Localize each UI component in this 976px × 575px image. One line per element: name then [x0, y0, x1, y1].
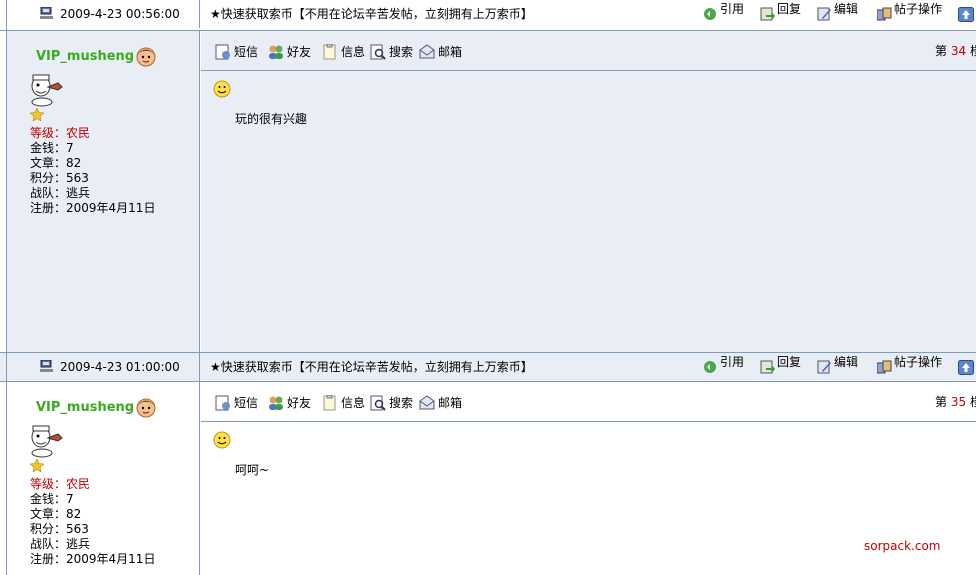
username[interactable]: VIP_musheng	[36, 400, 134, 415]
info-label: 信息	[341, 396, 366, 410]
friends-icon	[269, 396, 283, 410]
smiley-icon	[213, 80, 231, 98]
edit-icon	[817, 7, 831, 21]
message-area: 呵呵~	[201, 422, 976, 575]
user-articles: 文章：82	[30, 507, 82, 521]
quote-label: 引用	[720, 2, 745, 16]
computer-icon	[40, 7, 53, 19]
manage-icon	[877, 360, 892, 374]
mail-icon	[419, 44, 435, 59]
sms-icon	[215, 44, 230, 60]
friends-icon	[269, 45, 283, 59]
floor-prefix: 第	[935, 44, 948, 58]
manage-icon	[877, 7, 892, 21]
friend-label: 好友	[287, 396, 312, 410]
user-team: 战队：逃兵	[30, 537, 91, 551]
quote-icon	[704, 361, 716, 373]
user-money: 金钱：7	[30, 141, 74, 155]
sms-label: 短信	[234, 396, 259, 410]
post-time-cell: 2009-4-23 01:00:00	[6, 353, 200, 381]
star-icon	[30, 459, 44, 472]
post-body: 短信 好友 信息 搜索 邮箱 第 35 楼 呵呵~	[201, 382, 976, 575]
post-message: 呵呵~	[235, 463, 270, 477]
username[interactable]: VIP_musheng	[36, 49, 134, 64]
floor-number: 第 34 楼	[935, 42, 976, 59]
floor-num: 34	[950, 44, 967, 58]
post-2: 2009-4-23 01:00:00 ★快速获取索币【不用在论坛辛苦发帖，立刻拥…	[0, 352, 976, 575]
user-articles: 文章：82	[30, 156, 82, 170]
user-registered: 注册：2009年4月11日	[30, 552, 156, 566]
post-header: 2009-4-23 00:56:00 ★快速获取索币【不用在论坛辛苦发帖，立刻拥…	[0, 0, 976, 31]
promo-link[interactable]: ★快速获取索币【不用在论坛辛苦发帖，立刻拥有上万索币】	[210, 353, 533, 381]
floor-prefix: 第	[935, 395, 948, 409]
mail-icon	[419, 395, 435, 410]
user-level: 等级：农民	[30, 126, 91, 140]
user-registered: 注册：2009年4月11日	[30, 201, 156, 215]
reply-icon	[760, 7, 775, 21]
post-time-cell: 2009-4-23 00:56:00	[6, 0, 200, 28]
quote-icon	[704, 8, 716, 20]
smiley-icon	[213, 431, 231, 449]
edit-icon	[817, 360, 831, 374]
message-area: 玩的很有兴趣	[201, 71, 976, 352]
edit-label: 编辑	[834, 2, 859, 16]
user-team: 战队：逃兵	[30, 186, 91, 200]
sms-label: 短信	[234, 45, 259, 59]
post-header: 2009-4-23 01:00:00 ★快速获取索币【不用在论坛辛苦发帖，立刻拥…	[0, 352, 976, 382]
computer-icon	[40, 360, 53, 372]
user-level: 等级：农民	[30, 477, 91, 491]
avatar-face-icon	[136, 398, 156, 418]
post-message: 玩的很有兴趣	[235, 112, 308, 126]
manage-label: 帖子操作	[894, 355, 943, 369]
scroll-top-icon[interactable]	[958, 7, 974, 22]
post-time: 2009-4-23 00:56:00	[60, 7, 180, 21]
info-icon	[323, 395, 336, 411]
user-info: 等级：农民 金钱：7 文章：82 积分：563 战队：逃兵 注册：2009年4月…	[30, 477, 155, 567]
post-time: 2009-4-23 01:00:00	[60, 360, 180, 374]
search-label: 搜索	[389, 45, 414, 59]
post-1: 2009-4-23 00:56:00 ★快速获取索币【不用在论坛辛苦发帖，立刻拥…	[0, 0, 976, 352]
watermark: sorpack.com	[864, 539, 941, 553]
search-icon	[370, 395, 386, 411]
floor-number: 第 35 楼	[935, 393, 976, 410]
friend-label: 好友	[287, 45, 312, 59]
star-icon	[30, 108, 44, 121]
avatar	[31, 74, 63, 107]
info-label: 信息	[341, 45, 366, 59]
edit-label: 编辑	[834, 355, 859, 369]
floor-suffix: 楼	[969, 395, 976, 409]
user-points: 积分：563	[30, 171, 89, 185]
user-sidebar: VIP_musheng 等级：农民 金钱：7 文章：82 积分：563 战队：逃…	[6, 382, 200, 575]
info-icon	[323, 44, 336, 60]
avatar	[31, 425, 63, 458]
mail-label: 邮箱	[438, 396, 463, 410]
post-body: 短信 好友 信息 搜索 邮箱 第 34 楼 玩的很有兴趣	[201, 31, 976, 352]
quote-label: 引用	[720, 355, 745, 369]
user-info: 等级：农民 金钱：7 文章：82 积分：563 战队：逃兵 注册：2009年4月…	[30, 126, 155, 216]
table-left-border	[6, 0, 7, 575]
search-icon	[370, 44, 386, 60]
sms-icon	[215, 395, 230, 411]
promo-link[interactable]: ★快速获取索币【不用在论坛辛苦发帖，立刻拥有上万索币】	[210, 0, 533, 28]
floor-suffix: 楼	[969, 44, 976, 58]
user-points: 积分：563	[30, 522, 89, 536]
user-sidebar: VIP_musheng 等级：农民 金钱：7 文章：82 积分：563 战队：逃…	[6, 31, 200, 352]
manage-label: 帖子操作	[894, 2, 943, 16]
reply-label: 回复	[777, 355, 802, 369]
search-label: 搜索	[389, 396, 414, 410]
floor-num: 35	[950, 395, 967, 409]
reply-icon	[760, 360, 775, 374]
reply-label: 回复	[777, 2, 802, 16]
scroll-top-icon[interactable]	[958, 360, 974, 375]
mail-label: 邮箱	[438, 45, 463, 59]
avatar-face-icon	[136, 47, 156, 67]
user-money: 金钱：7	[30, 492, 74, 506]
